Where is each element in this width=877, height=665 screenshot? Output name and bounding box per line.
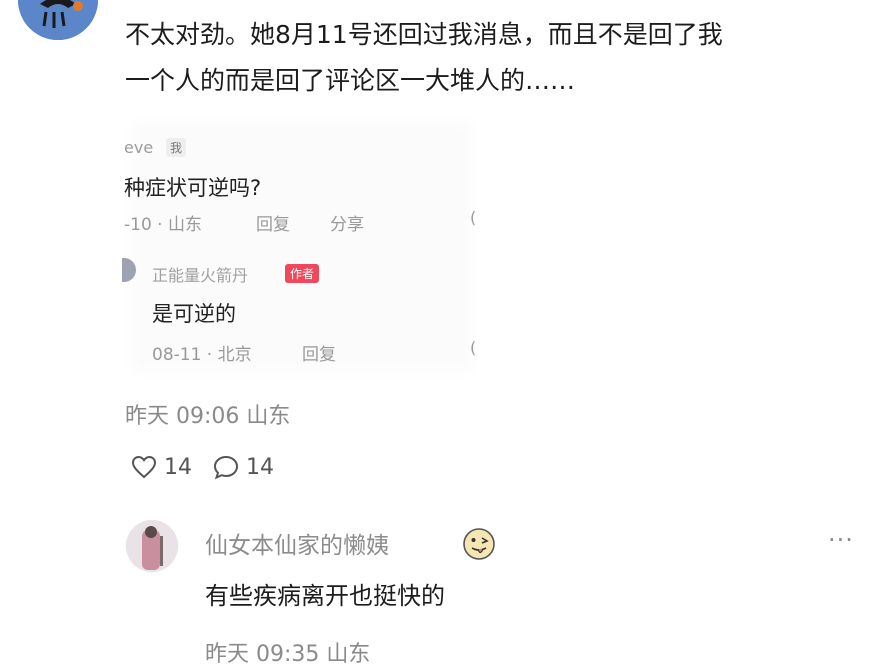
silly-face-emoji-icon <box>463 528 495 560</box>
comment-actions: 14 14 <box>130 452 294 482</box>
avatar[interactable] <box>18 0 98 40</box>
reply-timestamp: 昨天 09:35 山东 <box>205 642 371 665</box>
avatar-illustration <box>18 0 98 40</box>
comment-line-2: 一个人的而是回了评论区一大堆人的…… <box>125 66 576 95</box>
embedded-screenshot: eve 我 种症状可逆吗? -10 · 山东 回复 分享 ( 正能量火箭丹 作者… <box>122 112 482 382</box>
reply-avatar-illustration <box>126 520 178 572</box>
embed-author-badge: 作者 <box>285 264 320 283</box>
embed-author-name: 正能量火箭丹 <box>152 266 249 285</box>
embed-share-link: 分享 <box>330 215 364 235</box>
embed-question: 种症状可逆吗? <box>124 176 262 200</box>
like-count: 14 <box>164 454 192 480</box>
heart-icon[interactable] <box>130 453 158 481</box>
comment-line-1: 不太对劲。她8月11号还回过我消息，而且不是回了我 <box>125 20 723 49</box>
reply-text: 有些疾病离开也挺快的 <box>205 582 445 610</box>
embed-me-tag: 我 <box>166 138 187 157</box>
comment-bubble-icon[interactable] <box>212 453 240 481</box>
comment-timestamp: 昨天 09:06 山东 <box>125 404 291 429</box>
comment-thread: 不太对劲。她8月11号还回过我消息，而且不是回了我 一个人的而是回了评论区一大堆人… <box>0 0 877 665</box>
reply-count: 14 <box>246 454 274 480</box>
embed-answer-meta: 08-11 · 北京 <box>152 345 252 365</box>
embed-user-name: eve <box>124 138 154 157</box>
comment-text: 不太对劲。她8月11号还回过我消息，而且不是回了我 一个人的而是回了评论区一大堆人… <box>125 12 865 104</box>
embed-like-icon: ( <box>470 208 477 227</box>
embed-like-icon-2: ( <box>470 338 477 357</box>
more-options-icon[interactable]: ··· <box>828 526 854 554</box>
embed-reply-link: 回复 <box>256 215 290 235</box>
reply-user-name[interactable]: 仙女本仙家的懒姨 <box>205 526 389 560</box>
embed-question-meta: -10 · 山东 <box>124 215 202 235</box>
embed-reply-link-2: 回复 <box>302 345 336 365</box>
embed-answer: 是可逆的 <box>152 302 236 326</box>
reply-avatar[interactable] <box>126 520 178 572</box>
embed-author-avatar <box>122 258 136 282</box>
